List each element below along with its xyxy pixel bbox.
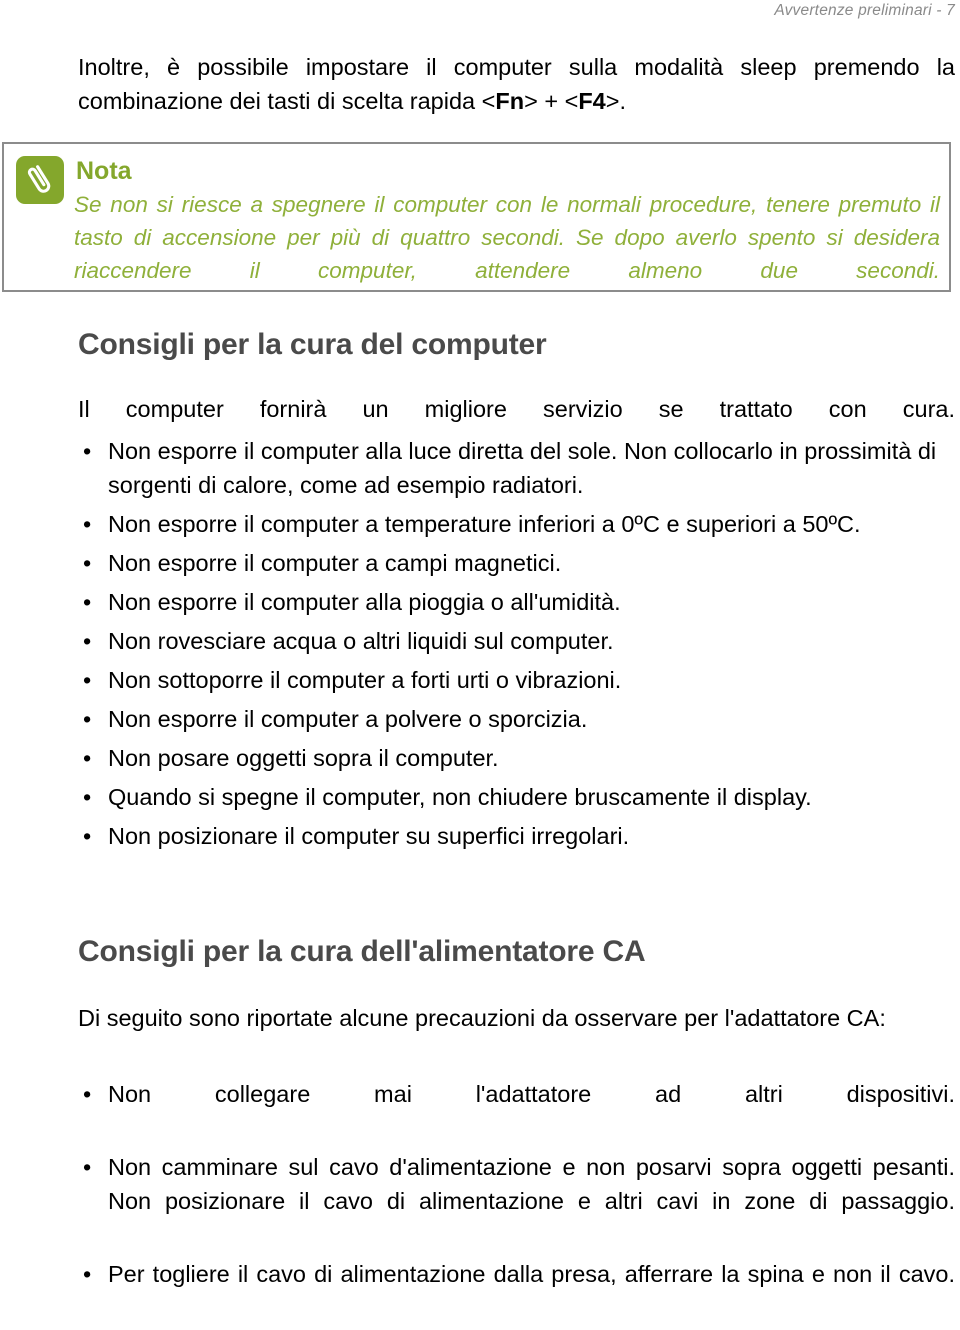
section-heading-adapter-care: Consigli per la cura dell'alimentatore C…: [78, 935, 646, 968]
bullet-marker: •: [83, 1081, 92, 1107]
adapter-care-intro-text: Di seguito sono riportate alcune precauz…: [78, 1005, 886, 1031]
list-item: • Non esporre il computer a campi magnet…: [78, 546, 955, 580]
key-f4: F4: [578, 88, 606, 114]
bullet-marker: •: [83, 511, 92, 537]
bullet-marker: •: [83, 589, 92, 615]
key-fn: Fn: [495, 88, 525, 114]
intro-text-between: > + <: [524, 88, 579, 114]
bullet-marker: •: [83, 667, 92, 693]
intro-paragraph: Inoltre, è possibile impostare il comput…: [78, 50, 955, 118]
bullet-marker: •: [83, 1154, 92, 1180]
list-item: • Non esporre il computer alla pioggia o…: [78, 585, 955, 619]
list-item-text: Non collegare mai l'adattatore ad altri …: [108, 1081, 955, 1107]
bullet-marker: •: [83, 706, 92, 732]
list-item: • Quando si spegne il computer, non chiu…: [78, 780, 955, 814]
bullet-marker: •: [83, 438, 92, 464]
running-header: Avvertenze preliminari - 7: [774, 2, 955, 19]
list-item: • Non esporre il computer alla luce dire…: [78, 434, 955, 502]
list-item-text: Non sottoporre il computer a forti urti …: [108, 667, 622, 693]
list-item-text: Non rovesciare acqua o altri liquidi sul…: [108, 628, 614, 654]
bullet-marker: •: [83, 823, 92, 849]
list-item: • Non camminare sul cavo d'alimentazione…: [78, 1150, 955, 1252]
note-body-span: Se non si riesce a spegnere il computer …: [74, 192, 940, 283]
intro-text-after: >.: [605, 88, 627, 114]
section-heading-computer-care: Consigli per la cura del computer: [78, 328, 547, 361]
list-item: • Non collegare mai l'adattatore ad altr…: [78, 1077, 955, 1145]
computer-care-bullet-list: • Non esporre il computer alla luce dire…: [78, 434, 955, 858]
list-item-text: Non posare oggetti sopra il computer.: [108, 745, 499, 771]
list-item-text: Quando si spegne il computer, non chiude…: [108, 784, 812, 810]
list-item: • Non sottoporre il computer a forti urt…: [78, 663, 955, 697]
list-item: • Non posare oggetti sopra il computer.: [78, 741, 955, 775]
list-item: • Per togliere il cavo di alimentazione …: [78, 1257, 955, 1325]
list-item-text: Non esporre il computer alla pioggia o a…: [108, 589, 621, 615]
paperclip-icon: [16, 156, 64, 204]
intro-paragraph-block: Inoltre, è possibile impostare il comput…: [78, 50, 955, 118]
adapter-care-intro-block: Di seguito sono riportate alcune precauz…: [78, 1001, 955, 1035]
bullet-marker: •: [83, 784, 92, 810]
list-item-text: Non esporre il computer a campi magnetic…: [108, 550, 562, 576]
list-item: • Non posizionare il computer su superfi…: [78, 819, 955, 853]
list-item-text: Non posizionare il computer su superfici…: [108, 823, 630, 849]
bullet-marker: •: [83, 628, 92, 654]
list-item-text: Non esporre il computer a polvere o spor…: [108, 706, 588, 732]
list-item: • Non esporre il computer a temperature …: [78, 507, 955, 541]
list-item-text: Non esporre il computer a temperature in…: [108, 511, 861, 537]
adapter-care-bullet-list: • Non collegare mai l'adattatore ad altr…: [78, 1077, 955, 1330]
bullet-marker: •: [83, 1261, 92, 1287]
list-item: • Non rovesciare acqua o altri liquidi s…: [78, 624, 955, 658]
list-item-text: Per togliere il cavo di alimentazione da…: [108, 1261, 955, 1287]
note-body-text: Se non si riesce a spegnere il computer …: [74, 188, 940, 320]
list-item: • Non esporre il computer a polvere o sp…: [78, 702, 955, 736]
note-title: Nota: [76, 157, 132, 185]
note-callout-box: Nota Se non si riesce a spegnere il comp…: [2, 142, 951, 292]
adapter-care-intro: Di seguito sono riportate alcune precauz…: [78, 1001, 955, 1035]
list-item-text: Non camminare sul cavo d'alimentazione e…: [108, 1154, 955, 1214]
bullet-marker: •: [83, 550, 92, 576]
bullet-marker: •: [83, 745, 92, 771]
list-item-text: Non esporre il computer alla luce dirett…: [108, 438, 937, 498]
